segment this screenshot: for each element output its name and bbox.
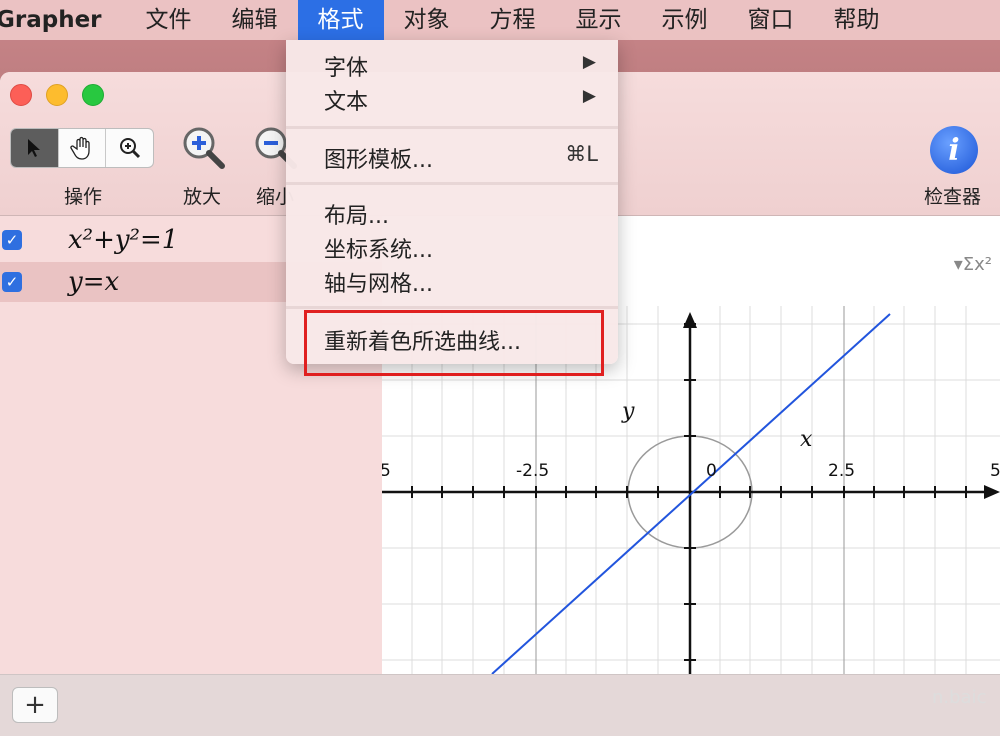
- menu-separator: [286, 182, 618, 185]
- menu-item-layout[interactable]: 布局...: [286, 194, 618, 229]
- equation-text[interactable]: y=x: [68, 267, 119, 297]
- menu-item-label: 轴与网格...: [324, 272, 433, 297]
- watermark: n.baic: [932, 687, 987, 708]
- hand-icon[interactable]: [59, 129, 107, 167]
- menu-window[interactable]: 窗口: [728, 0, 814, 40]
- menu-separator: [286, 126, 618, 129]
- menu-item-axes-and-grid[interactable]: 轴与网格...: [286, 262, 618, 297]
- bottom-bar: + n.baic: [0, 674, 1000, 736]
- checkbox-checked-icon[interactable]: ✓: [2, 230, 22, 250]
- tick-label: -2.5: [516, 461, 549, 481]
- minimize-button[interactable]: [46, 84, 68, 106]
- zoom-tool-icon[interactable]: [106, 129, 153, 167]
- menu-item-coordinate-system[interactable]: 坐标系统...: [286, 228, 618, 263]
- menu-view[interactable]: 显示: [556, 0, 642, 40]
- menu-item-label: 坐标系统...: [324, 238, 433, 263]
- app-menu[interactable]: Grapher: [0, 7, 126, 33]
- y-axis-arrow-icon: [683, 312, 697, 328]
- menu-equation[interactable]: 方程: [470, 0, 556, 40]
- tick-label: 5: [990, 461, 1000, 481]
- menu-format[interactable]: 格式: [297, 0, 384, 40]
- inspector-label: 检查器: [924, 186, 982, 208]
- info-icon[interactable]: i: [930, 126, 978, 174]
- menu-bar: Grapher 文件 编辑 格式 对象 方程 显示 示例 窗口 帮助: [0, 0, 1000, 40]
- add-equation-button[interactable]: +: [12, 687, 58, 723]
- tick-label: 2.5: [828, 461, 855, 481]
- menu-help[interactable]: 帮助: [814, 0, 900, 40]
- menu-item-graph-template[interactable]: 图形模板... ⌘L: [286, 138, 618, 173]
- highlight-box: [304, 310, 604, 376]
- menu-examples[interactable]: 示例: [642, 0, 728, 40]
- equation-text[interactable]: x²+y²=1: [68, 225, 178, 255]
- menu-item-font[interactable]: 字体 ▶: [286, 46, 618, 81]
- checkbox-checked-icon[interactable]: ✓: [2, 272, 22, 292]
- menu-item-label: 文本: [324, 90, 369, 115]
- menu-item-label: 字体: [324, 56, 369, 81]
- window-controls: [10, 84, 104, 106]
- arrow-pointer-icon[interactable]: [11, 129, 59, 167]
- x-axis-arrow-icon: [984, 485, 1000, 499]
- tick-label: 5: [382, 461, 391, 481]
- menu-edit[interactable]: 编辑: [212, 0, 298, 40]
- menu-item-label: 图形模板...: [324, 148, 433, 173]
- zoom-in-label: 放大: [183, 186, 222, 208]
- menu-item-text[interactable]: 文本 ▶: [286, 80, 618, 115]
- operation-label: 操作: [64, 186, 103, 208]
- menu-separator: [286, 306, 618, 309]
- menu-item-shortcut: ⌘L: [565, 142, 598, 166]
- submenu-arrow-icon: ▶: [582, 52, 596, 72]
- menu-object[interactable]: 对象: [384, 0, 470, 40]
- menu-file[interactable]: 文件: [126, 0, 212, 40]
- zoom-in-icon[interactable]: [180, 124, 226, 170]
- submenu-arrow-icon: ▶: [582, 86, 596, 106]
- fullscreen-button[interactable]: [82, 84, 104, 106]
- y-axis-label: y: [621, 399, 635, 424]
- tick-label: 0: [706, 461, 717, 481]
- x-axis-label: x: [800, 427, 813, 452]
- menu-item-label: 布局...: [324, 204, 389, 229]
- operation-segmented-control: [10, 128, 154, 168]
- close-button[interactable]: [10, 84, 32, 106]
